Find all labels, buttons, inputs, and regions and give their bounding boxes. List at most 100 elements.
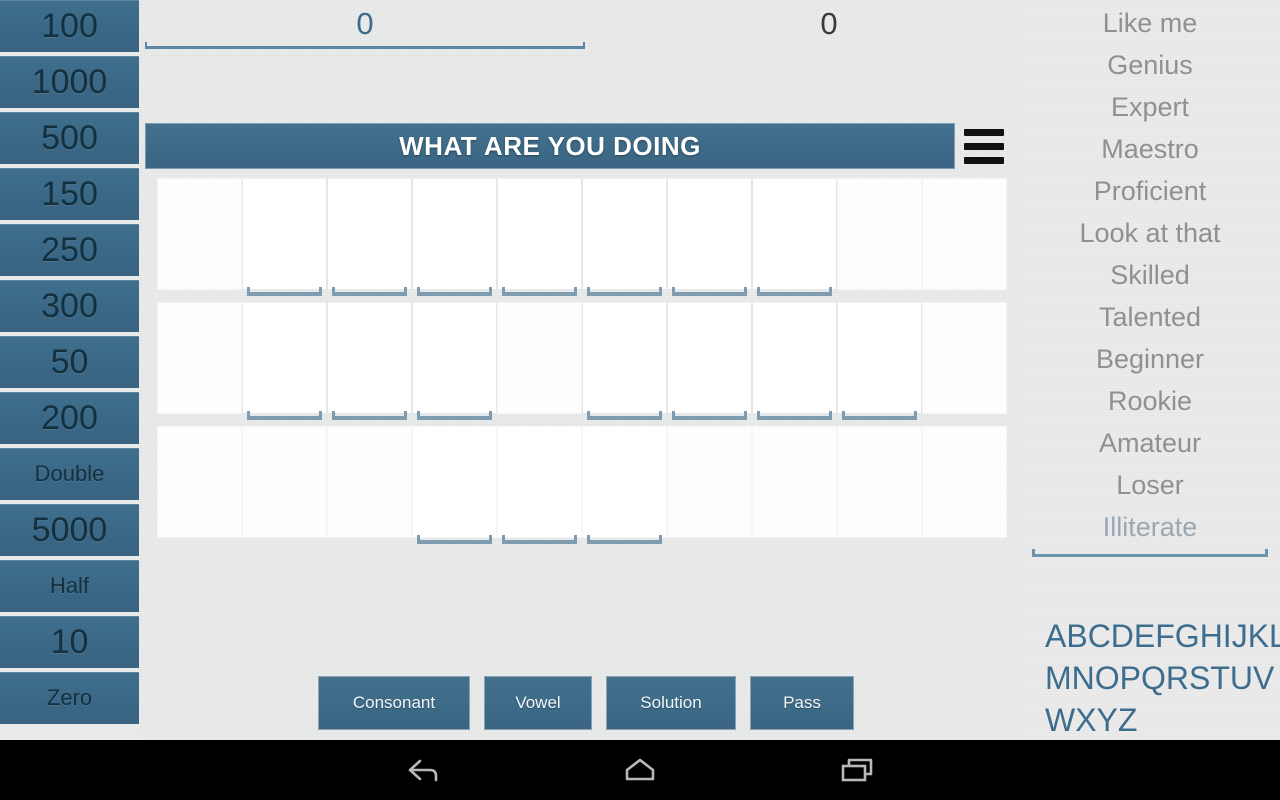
puzzle-cell	[157, 302, 242, 414]
wheel-segment-1000[interactable]: 1000	[0, 56, 139, 108]
score-row: 0 0	[139, 0, 1020, 58]
puzzle-category-bar: WHAT ARE YOU DOING	[145, 123, 955, 169]
puzzle-cell	[752, 426, 837, 538]
wheel-segment-10[interactable]: 10	[0, 616, 139, 668]
wheel-segment-half[interactable]: Half	[0, 560, 139, 612]
wheel-segment-label: 50	[50, 343, 89, 381]
puzzle-cell-underline	[587, 535, 662, 544]
wheel-segment-label: 250	[41, 231, 98, 269]
wheel-segment-zero[interactable]: Zero	[0, 672, 139, 724]
wheel-segment-250[interactable]: 250	[0, 224, 139, 276]
active-player-score-underline	[145, 42, 585, 49]
puzzle-cell	[752, 178, 837, 296]
puzzle-cell	[582, 178, 667, 296]
puzzle-cell-underline	[417, 287, 492, 296]
solution-button[interactable]: Solution	[606, 676, 736, 730]
game-surface: 100 1000 500 150 250 300 50 200 Double 5000 Half 10…	[0, 0, 1280, 740]
puzzle-cell-underline	[332, 411, 407, 420]
puzzle-cell-underline	[672, 411, 747, 420]
active-player-score[interactable]: 0	[145, 4, 585, 49]
wheel-segment-50[interactable]: 50	[0, 336, 139, 388]
action-button-row: Consonant Vowel Solution Pass	[318, 676, 854, 730]
puzzle-header: WHAT ARE YOU DOING	[145, 122, 1020, 170]
puzzle-cell	[667, 426, 752, 538]
menu-bar-2	[964, 142, 1004, 150]
app-root: 100 1000 500 150 250 300 50 200 Double 5000 Half 10…	[0, 0, 1280, 800]
alphabet-display[interactable]: ABCDEFGHIJKLMNOPQRSTUVWXYZ	[1045, 615, 1280, 740]
puzzle-cell	[667, 178, 752, 296]
menu-bar-1	[964, 128, 1004, 136]
rank-panel: Like me Genius Expert Maestro Proficient Look…	[1020, 0, 1280, 740]
rank-item-like-me[interactable]: Like me	[1020, 2, 1280, 44]
puzzle-cell-underline	[332, 287, 407, 296]
puzzle-cell	[922, 426, 1007, 538]
home-icon[interactable]	[585, 740, 695, 800]
puzzle-cell	[837, 178, 922, 290]
wheel-segment-100[interactable]: 100	[0, 0, 139, 52]
puzzle-cell-underline	[672, 287, 747, 296]
wheel-segment-label: 100	[41, 7, 98, 45]
rank-item-maestro[interactable]: Maestro	[1020, 128, 1280, 170]
wheel-segment-label: Half	[49, 573, 90, 598]
wheel-segment-label: 10	[50, 623, 89, 661]
other-player-score[interactable]: 0	[639, 4, 1019, 44]
rank-list: Like me Genius Expert Maestro Proficient Look…	[1020, 2, 1280, 557]
puzzle-cell-underline	[502, 287, 577, 296]
puzzle-board-row	[157, 302, 1007, 426]
puzzle-cell	[327, 426, 412, 538]
pass-button[interactable]: Pass	[750, 676, 854, 730]
rank-selection-underline	[1032, 549, 1268, 557]
consonant-button[interactable]: Consonant	[318, 676, 470, 730]
puzzle-cell-underline	[842, 411, 917, 420]
wheel-segment-5000[interactable]: 5000	[0, 504, 139, 556]
wheel-segment-150[interactable]: 150	[0, 168, 139, 220]
menu-bar-3	[964, 156, 1004, 164]
wheel-segment-label: 500	[41, 119, 98, 157]
rank-item-look-at-that[interactable]: Look at that	[1020, 212, 1280, 254]
hamburger-menu-icon[interactable]	[955, 123, 1013, 169]
puzzle-cell	[922, 178, 1007, 290]
wheel-segment-label: 200	[41, 399, 98, 437]
wheel-segment-double[interactable]: Double	[0, 448, 139, 500]
action-button-label: Vowel	[515, 693, 561, 712]
puzzle-cell	[412, 178, 497, 296]
rank-item-illiterate[interactable]: Illiterate	[1020, 506, 1280, 548]
puzzle-category-title: WHAT ARE YOU DOING	[399, 130, 701, 161]
puzzle-cell	[157, 178, 242, 290]
puzzle-cell	[837, 426, 922, 538]
puzzle-cell	[752, 302, 837, 420]
puzzle-cell	[412, 426, 497, 544]
wheel-segment-500[interactable]: 500	[0, 112, 139, 164]
rank-item-rookie[interactable]: Rookie	[1020, 380, 1280, 422]
rank-item-proficient[interactable]: Proficient	[1020, 170, 1280, 212]
puzzle-cell	[667, 302, 752, 420]
puzzle-cell-underline	[587, 411, 662, 420]
puzzle-board-row	[157, 178, 1007, 302]
rank-item-expert[interactable]: Expert	[1020, 86, 1280, 128]
rank-item-talented[interactable]: Talented	[1020, 296, 1280, 338]
rank-item-loser[interactable]: Loser	[1020, 464, 1280, 506]
rank-item-genius[interactable]: Genius	[1020, 44, 1280, 86]
puzzle-cell	[497, 426, 582, 544]
puzzle-cell	[327, 302, 412, 420]
puzzle-board	[157, 178, 1007, 550]
other-player-score-value: 0	[820, 6, 838, 41]
puzzle-cell-underline	[417, 411, 492, 420]
puzzle-cell-underline	[757, 411, 832, 420]
rank-item-beginner[interactable]: Beginner	[1020, 338, 1280, 380]
wheel-segment-label: 300	[41, 287, 98, 325]
wheel-segment-label: Zero	[46, 685, 93, 710]
wheel-segment-300[interactable]: 300	[0, 280, 139, 332]
puzzle-cell	[837, 302, 922, 420]
puzzle-cell	[157, 426, 242, 538]
back-arrow-icon[interactable]	[368, 740, 478, 800]
vowel-button[interactable]: Vowel	[484, 676, 592, 730]
puzzle-cell	[412, 302, 497, 420]
rank-item-skilled[interactable]: Skilled	[1020, 254, 1280, 296]
wheel-segment-200[interactable]: 200	[0, 392, 139, 444]
wheel-segment-label: 150	[41, 175, 98, 213]
recent-apps-icon[interactable]	[802, 740, 912, 800]
rank-item-amateur[interactable]: Amateur	[1020, 422, 1280, 464]
wheel-segment-label: Double	[34, 461, 105, 486]
puzzle-cell	[497, 178, 582, 296]
